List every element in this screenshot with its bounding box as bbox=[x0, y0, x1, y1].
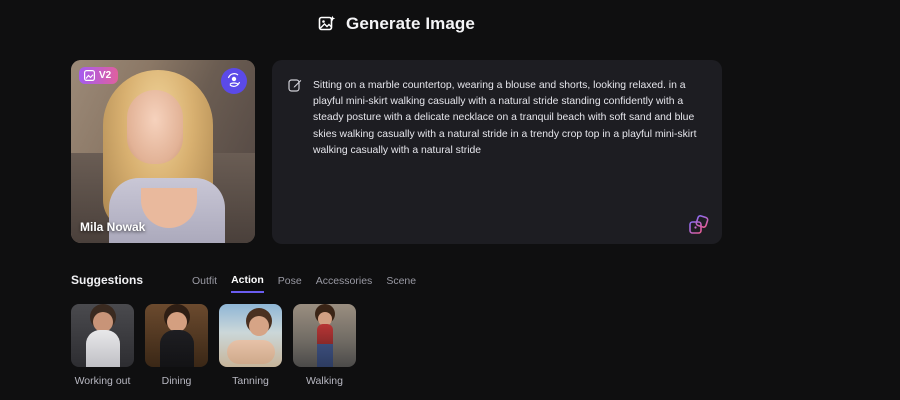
suggestion-walking[interactable]: Walking bbox=[293, 304, 356, 387]
suggestion-label: Walking bbox=[306, 375, 343, 387]
suggestion-label: Dining bbox=[161, 375, 192, 387]
version-badge-label: V2 bbox=[99, 70, 112, 81]
swap-character-button[interactable] bbox=[221, 68, 247, 94]
suggestion-label: Tanning bbox=[232, 375, 269, 387]
version-badge: V2 bbox=[79, 67, 119, 84]
randomize-prompt-button[interactable] bbox=[688, 214, 710, 236]
tab-scene[interactable]: Scene bbox=[386, 274, 416, 293]
tab-accessories[interactable]: Accessories bbox=[316, 274, 373, 293]
character-name: Mila Nowak bbox=[80, 220, 146, 234]
suggestion-tabs: Outfit Action Pose Accessories Scene bbox=[192, 274, 416, 293]
suggestion-thumbnail[interactable] bbox=[293, 304, 356, 367]
page-title: Generate Image bbox=[346, 14, 475, 33]
image-icon bbox=[84, 70, 96, 82]
tab-action[interactable]: Action bbox=[231, 274, 264, 293]
page-header: Generate Image bbox=[318, 14, 475, 34]
tab-outfit[interactable]: Outfit bbox=[192, 274, 217, 293]
image-sparkle-icon bbox=[318, 15, 336, 33]
thumbnail-figure-head bbox=[249, 316, 269, 336]
thumbnail-figure-body bbox=[160, 330, 194, 367]
thumbnail-figure-head bbox=[167, 312, 187, 332]
swap-face-icon bbox=[227, 72, 241, 90]
prompt-panel[interactable]: Sitting on a marble countertop, wearing … bbox=[272, 60, 722, 244]
edit-icon[interactable] bbox=[288, 78, 302, 92]
thumbnail-figure-head bbox=[93, 312, 113, 332]
suggestion-thumbnail[interactable] bbox=[219, 304, 282, 367]
thumbnail-figure-body bbox=[227, 340, 275, 364]
suggestions-title: Suggestions bbox=[71, 273, 144, 287]
suggestion-dining[interactable]: Dining bbox=[145, 304, 208, 387]
suggestion-label: Working out bbox=[74, 375, 131, 387]
character-card[interactable]: V2 Mila Nowak bbox=[71, 60, 255, 243]
dice-icon bbox=[688, 215, 710, 239]
suggestion-thumbnail[interactable] bbox=[145, 304, 208, 367]
suggestion-working-out[interactable]: Working out bbox=[71, 304, 134, 387]
tab-pose[interactable]: Pose bbox=[278, 274, 302, 293]
suggestion-thumbnail[interactable] bbox=[71, 304, 134, 367]
thumbnail-figure-body bbox=[86, 330, 120, 367]
thumbnail-figure-body bbox=[317, 324, 333, 367]
suggestion-tanning[interactable]: Tanning bbox=[219, 304, 282, 387]
character-photo-face bbox=[127, 90, 183, 164]
prompt-text[interactable]: Sitting on a marble countertop, wearing … bbox=[313, 78, 708, 159]
suggestion-list: Working out Dining Tanning Walking bbox=[71, 304, 356, 387]
